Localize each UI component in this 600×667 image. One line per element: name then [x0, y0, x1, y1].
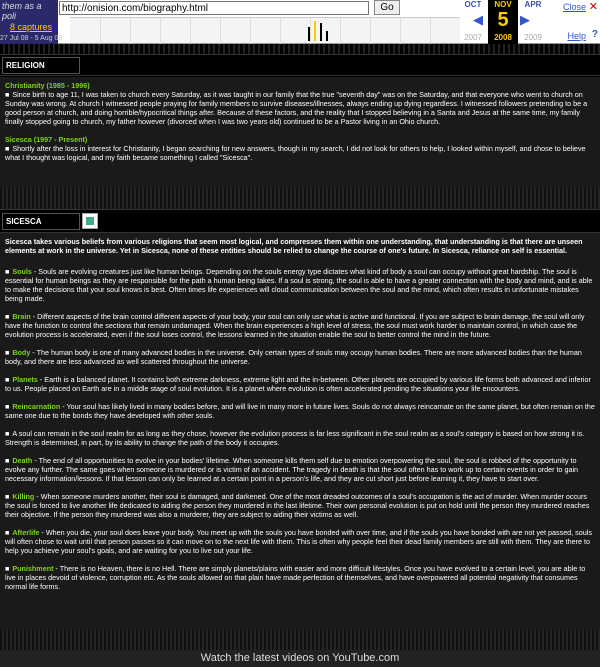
item-text: - When someone murders another, their so… [5, 492, 590, 519]
list-item: ■ Death - The end of all opportunities to… [5, 456, 595, 483]
url-input[interactable] [59, 1, 369, 15]
item-term: Brain [12, 312, 31, 321]
capture-range: 27 Jul 08 - 5 Aug 09 [0, 35, 63, 42]
broken-image-icon [82, 213, 98, 229]
item-term: Afterlife [12, 528, 40, 537]
bullet-icon: ■ [5, 528, 10, 537]
help-link[interactable]: Help [567, 31, 586, 41]
sparkline-divider [100, 18, 101, 44]
item-term: Souls [12, 267, 32, 276]
list-item: ■ Killing - When someone murders another,… [5, 492, 595, 519]
list-item: ■ Brain - Different aspects of the brain … [5, 312, 595, 339]
item-text: - The human body is one of many advanced… [5, 348, 582, 366]
bullet-icon: ■ [5, 402, 10, 411]
item-text: - The end of all opportunities to evolve… [5, 456, 579, 483]
wayback-toolbar: them as a poli 8 captures 27 Jul 08 - 5 … [0, 0, 600, 44]
month-current-label: NOV [494, 0, 512, 9]
wayback-logo-text: them as a poli [2, 1, 42, 21]
list-item: ■ Body - The human body is one of many ad… [5, 348, 595, 366]
section-divider [0, 187, 600, 209]
sparkline-divider [340, 18, 341, 44]
christianity-title: Christianity (1985 - 1996) [5, 81, 90, 90]
bullet-icon: ■ [5, 429, 10, 438]
sparkline-divider [250, 18, 251, 44]
sparkline-divider [280, 18, 281, 44]
bullet-icon: ■ [5, 144, 10, 153]
bottom-divider [0, 629, 600, 650]
list-item: ■ Reincarnation - Your soul has likely li… [5, 402, 595, 420]
item-term: Reincarnation [12, 402, 61, 411]
list-item: ■ Planets - Earth is a balanced planet. I… [5, 375, 595, 393]
sparkline-divider [130, 18, 131, 44]
capture-sparkline[interactable] [70, 17, 460, 44]
list-item: ■ Afterlife - When you die, your soul doe… [5, 528, 595, 555]
capture-bar [320, 23, 322, 41]
item-text: - Your soul has likely lived in many bod… [5, 402, 595, 420]
sparkline-divider [310, 18, 311, 44]
religion-header: RELIGION [0, 54, 600, 76]
list-item: ■ Punishment - There is no Heaven, there … [5, 564, 595, 591]
year-prev[interactable]: 2007 [458, 33, 488, 42]
item-text: - Different aspects of the brain control… [5, 312, 585, 339]
item-text: - Earth is a balanced planet. It contain… [5, 375, 591, 393]
item-text: A soul can remain in the soul realm for … [5, 429, 585, 447]
item-term: Death [12, 456, 33, 465]
item-term: Planets [12, 375, 38, 384]
sicesca-body: Sicesca takes various beliefs from vario… [0, 233, 600, 629]
page-texture [0, 44, 600, 54]
help-icon[interactable]: ? [592, 29, 598, 40]
sparkline-divider [220, 18, 221, 44]
sparkline-divider [400, 18, 401, 44]
sicesca-title: SICESCA [2, 213, 80, 230]
capture-bar [326, 31, 328, 41]
year-current: 2008 [494, 33, 512, 42]
item-term: Punishment [12, 564, 54, 573]
day-current: 5 [497, 9, 509, 31]
month-next[interactable]: APR [518, 0, 548, 9]
wayback-logo[interactable]: them as a poli 8 captures 27 Jul 08 - 5 … [0, 0, 62, 44]
close-icon[interactable]: ✕ [589, 0, 598, 13]
bullet-icon: ■ [5, 348, 10, 357]
list-item: ■ A soul can remain in the soul realm for… [5, 429, 595, 447]
bullet-icon: ■ [5, 375, 10, 384]
sicesca-period-title: Sicesca (1997 - Present) [5, 135, 88, 144]
item-text: - Souls are evolving creatures just like… [5, 267, 593, 303]
item-text: - There is no Heaven, there is no Hell. … [5, 564, 586, 591]
sicesca-intro: Sicesca takes various beliefs from vario… [5, 237, 583, 255]
prev-arrow-icon[interactable]: ◀ [473, 12, 483, 28]
capture-bar [308, 27, 310, 41]
list-item: ■ Souls - Souls are evolving creatures ju… [5, 267, 595, 303]
sicesca-header: SICESCA [0, 209, 600, 233]
bullet-icon: ■ [5, 312, 10, 321]
religion-title: RELIGION [2, 57, 80, 74]
item-term: Killing [12, 492, 35, 501]
item-term: Body [12, 348, 31, 357]
religion-body: Christianity (1985 - 1996) ■ Since birth … [0, 77, 600, 187]
sparkline-divider [190, 18, 191, 44]
sicesca-period-text: Shortly after the loss in interest for C… [5, 144, 586, 162]
sparkline-divider [430, 18, 431, 44]
sparkline-divider [160, 18, 161, 44]
capture-bar-current [314, 21, 316, 41]
bullet-icon: ■ [5, 90, 10, 99]
sparkline-divider [370, 18, 371, 44]
christianity-text: Since birth to age 11, I was taken to ch… [5, 90, 588, 126]
year-next[interactable]: 2009 [518, 33, 548, 42]
month-navigator: OCT NOV 5 APR ◀ ▶ 2007 2008 2009 [458, 0, 548, 44]
bullet-icon: ■ [5, 492, 10, 501]
month-prev[interactable]: OCT [458, 0, 488, 9]
youtube-footer-link[interactable]: Watch the latest videos on YouTube.com [0, 650, 600, 667]
go-button[interactable]: Go [374, 0, 400, 15]
bullet-icon: ■ [5, 456, 10, 465]
captures-link[interactable]: 8 captures [10, 22, 52, 32]
next-arrow-icon[interactable]: ▶ [520, 12, 530, 28]
bullet-icon: ■ [5, 564, 10, 573]
close-link[interactable]: Close [563, 2, 586, 12]
item-text: - When you die, your soul does leave you… [5, 528, 592, 555]
bullet-icon: ■ [5, 267, 10, 276]
